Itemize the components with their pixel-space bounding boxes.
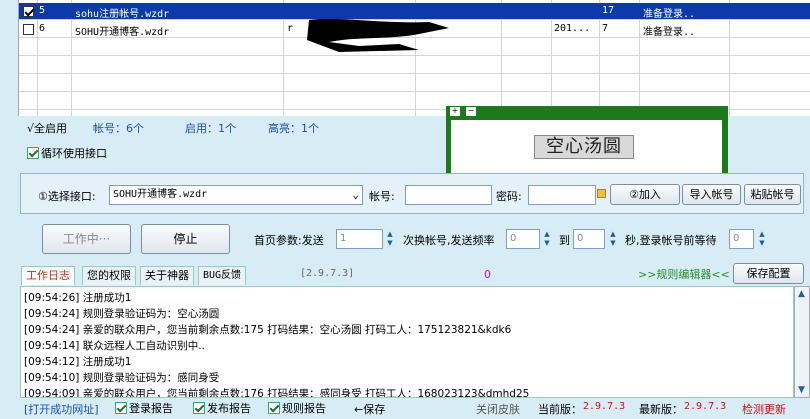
latest-version: 2.9.7.3 <box>684 401 727 412</box>
chevron-up-icon: ▲ <box>798 289 805 299</box>
log-line: [09:54:12] 注册成功1 <box>24 356 132 368</box>
row-checkbox[interactable] <box>23 6 34 17</box>
account-label: 帐号: <box>369 190 395 203</box>
spin-arrows-icon[interactable]: ▲ ▼ <box>542 230 552 248</box>
checkbox-icon <box>193 402 205 414</box>
spin-arrows-icon[interactable]: ▲ ▼ <box>757 230 767 248</box>
open-success-url-link[interactable]: [打开成功网址] <box>24 401 99 417</box>
log-line: [09:54:14] 联众远程人工自动识别中.. <box>24 340 205 352</box>
login-report-checkbox[interactable]: 登录报告 <box>115 400 173 416</box>
save-link[interactable]: ←保存 <box>354 401 385 417</box>
enabled-count: 启用：1个 <box>185 122 236 135</box>
account-count: 帐号：6个 <box>93 122 144 135</box>
highlighted-count: 高亮：1个 <box>268 122 319 135</box>
log-line: [09:54:10] 规则登录验证码为：感同身受 <box>24 372 220 384</box>
all-enabled-label[interactable]: √全启用 <box>27 120 67 136</box>
captcha-expand-button[interactable]: + <box>450 107 460 116</box>
spin-arrows-icon[interactable]: ▲ ▼ <box>385 230 395 248</box>
log-panel: [09:54:26] 注册成功1 [09:54:24] 规则登录验证码为：空心汤… <box>20 286 794 398</box>
log-line: [09:54:24] 亲爱的联众用户，您当前剩余点数:175 打码结果：空心汤圆… <box>24 324 512 336</box>
freq-to-input[interactable]: 0 <box>573 229 605 249</box>
chevron-down-icon: ▼ <box>798 385 805 395</box>
chevron-down-icon: ⌄ <box>352 188 359 201</box>
switch-freq-label: 次换帐号,发送频率 <box>403 234 495 247</box>
loop-interface-checkbox[interactable]: 循环使用接口 <box>27 145 107 161</box>
spin-arrows-icon[interactable]: ▲ ▼ <box>608 230 618 248</box>
checkbox-icon <box>268 402 280 414</box>
freq-from-input[interactable]: 0 <box>506 229 540 249</box>
log-line: [09:54:26] 注册成功1 <box>24 292 132 304</box>
latest-version-label: 最新版： <box>639 403 683 416</box>
counter: 0 <box>484 268 491 281</box>
check-update-link[interactable]: 检测更新 <box>742 401 786 417</box>
checkbox-icon <box>115 402 127 414</box>
row-checkbox[interactable] <box>23 24 34 35</box>
stop-button[interactable]: 停止 <box>141 224 230 254</box>
working-button[interactable]: 工作中··· <box>42 224 131 254</box>
tab-permissions[interactable]: 您的权限 <box>82 266 136 285</box>
interface-select[interactable]: SOHU开通博客.wzdr ⌄ <box>109 185 363 205</box>
wait-label: 秒,登录帐号前等待 <box>625 234 717 247</box>
add-button[interactable]: ②加入 <box>610 184 680 205</box>
to-label: 到 <box>559 234 570 247</box>
account-grid: 5 sohu注册帐号.wzdr 17 准备登录.. 6 SOHU开通博客.wzd… <box>18 0 810 116</box>
password-label: 密码: <box>496 190 522 203</box>
homepage-params-label: 首页参数:发送 <box>254 234 324 247</box>
arrow-left-icon: ← <box>354 403 364 416</box>
paste-account-button[interactable]: 粘贴帐号 <box>744 184 801 205</box>
tab-work-log[interactable]: 工作日志 <box>21 266 75 285</box>
rule-report-checkbox[interactable]: 规则报告 <box>268 400 326 416</box>
select-interface-label: ①选择接口: <box>38 190 96 203</box>
captcha-collapse-button[interactable]: − <box>466 107 476 116</box>
captcha-image: 空心汤圆 <box>534 135 634 159</box>
current-version-label: 当前版： <box>538 403 582 416</box>
key-icon[interactable] <box>597 189 606 198</box>
version-tag: [2.9.7.3] <box>300 268 355 279</box>
tab-bug-report[interactable]: BUG反馈 <box>198 266 247 285</box>
checkbox-icon <box>27 147 39 159</box>
redaction-scribble <box>307 18 449 52</box>
current-version: 2.9.7.3 <box>583 401 626 412</box>
captcha-window: + − 空心汤圆 <box>446 106 728 179</box>
save-config-button[interactable]: 保存配置 <box>733 263 804 284</box>
close-skin-link[interactable]: 关闭皮肤 <box>476 401 520 417</box>
send-count-input[interactable]: 1 <box>336 229 383 249</box>
account-input[interactable] <box>405 185 492 205</box>
log-line: [09:54:09] 亲爱的联众用户，您当前剩余点数:176 打码结果：感同身受… <box>24 388 530 398</box>
tab-about[interactable]: 关于神器 <box>140 266 194 285</box>
import-account-button[interactable]: 导入帐号 <box>682 184 741 205</box>
log-scrollbar[interactable]: ▲ ▼ <box>794 286 810 398</box>
publish-report-checkbox[interactable]: 发布报告 <box>193 400 251 416</box>
log-line: [09:54:24] 规则登录验证码为：空心汤圆 <box>24 308 220 320</box>
wait-input[interactable]: 0 <box>729 229 754 249</box>
password-input[interactable] <box>528 185 596 205</box>
rule-editor-link[interactable]: >>规则编辑器<< <box>638 266 730 282</box>
